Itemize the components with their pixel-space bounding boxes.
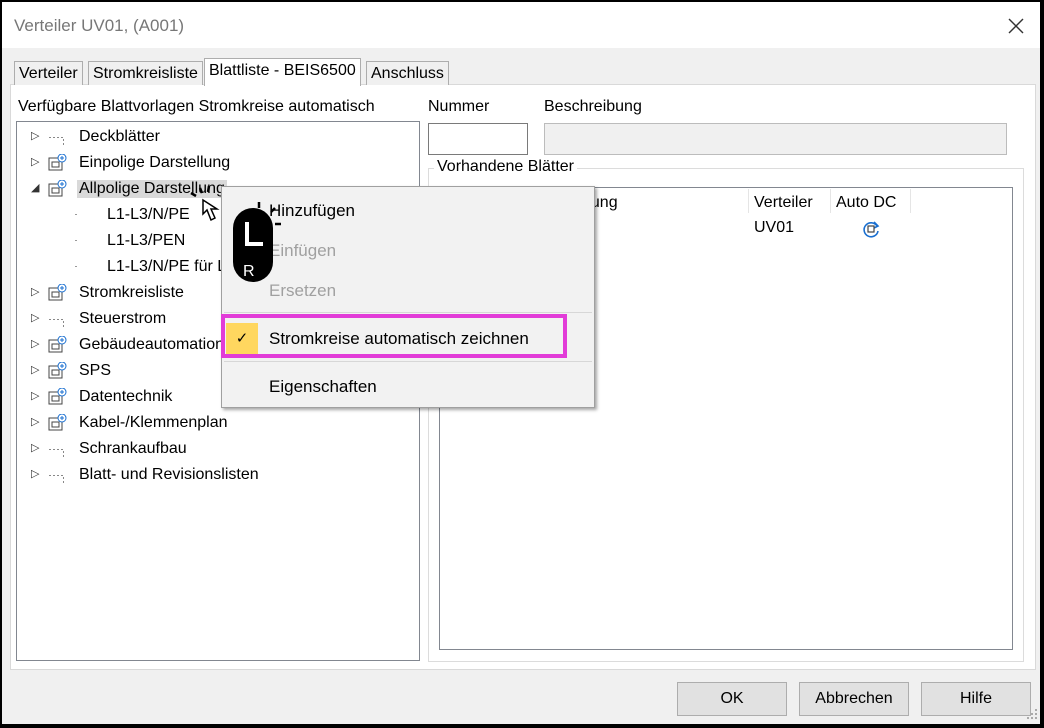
window-title: Verteiler UV01, (A001) xyxy=(14,16,185,35)
folder-dotted-icon xyxy=(47,440,67,458)
column-header-verteiler[interactable]: Verteiler xyxy=(754,194,813,212)
template-plus-icon xyxy=(47,387,67,406)
tree-connector xyxy=(75,266,77,267)
template-plus-icon xyxy=(47,335,67,354)
refresh-icon[interactable] xyxy=(860,218,882,245)
expand-icon[interactable]: ▷ xyxy=(31,130,43,142)
tab-verteiler[interactable]: Verteiler xyxy=(14,61,83,85)
close-button[interactable] xyxy=(1002,12,1030,40)
tree-item-label: Blatt- und Revisionslisten xyxy=(79,466,259,483)
tree-item-label: Einpolige Darstellung xyxy=(79,154,231,171)
template-plus-icon xyxy=(47,413,67,432)
tree-connector xyxy=(75,214,77,215)
tree-item-label: Datentechnik xyxy=(79,388,173,405)
tree-item-kabel-klemmenplan[interactable]: ▷ Kabel-/Klemmenplan xyxy=(17,410,417,436)
tree-item-label: Schrankaufbau xyxy=(79,440,187,457)
tree-item-deckblaetter[interactable]: ▷ Deckblätter xyxy=(17,124,417,150)
beschreibung-label: Beschreibung xyxy=(544,98,642,115)
column-divider[interactable] xyxy=(748,189,749,213)
menu-separator xyxy=(224,312,592,313)
expand-icon[interactable]: ▷ xyxy=(31,338,43,350)
folder-dotted-icon xyxy=(47,310,67,328)
expand-icon[interactable]: ▷ xyxy=(31,286,43,298)
tree-connector xyxy=(75,240,77,241)
cancel-button[interactable]: Abbrechen xyxy=(799,682,909,716)
tree-item-label: Deckblätter xyxy=(79,128,160,145)
close-icon xyxy=(1008,18,1024,34)
mouse-button-letter: R xyxy=(243,263,255,280)
checkmark-icon: ✓ xyxy=(226,323,258,355)
column-divider[interactable] xyxy=(830,189,831,213)
templates-heading: Verfügbare Blattvorlagen Stromkreise aut… xyxy=(18,98,375,115)
menu-item-label: Eigenschaften xyxy=(269,377,377,396)
menu-item-label: Stromkreise automatisch zeichnen xyxy=(269,329,529,348)
tab-stromkreisliste[interactable]: Stromkreisliste xyxy=(88,61,203,85)
tree-item-label: Steuerstrom xyxy=(79,310,167,327)
tree-item-label: L1-L3/PEN xyxy=(107,232,186,249)
column-header-auto-dc[interactable]: Auto DC xyxy=(836,194,896,212)
expand-icon[interactable]: ▷ xyxy=(31,442,43,454)
right-click-overlay: R xyxy=(187,182,287,292)
expand-icon[interactable]: ▷ xyxy=(31,156,43,168)
tree-item-label: Gebäudeautomation xyxy=(79,336,224,353)
folder-dotted-icon xyxy=(47,128,67,146)
beschreibung-input xyxy=(544,123,1007,155)
tree-item-label: Stromkreisliste xyxy=(79,284,184,301)
expand-icon[interactable]: ▷ xyxy=(31,416,43,428)
folder-dotted-icon xyxy=(47,466,67,484)
tab-anschluss[interactable]: Anschluss xyxy=(366,61,449,85)
tree-item-label: L1-L3/N/PE xyxy=(107,206,190,223)
nummer-input[interactable] xyxy=(428,123,528,155)
tree-item-schrankaufbau[interactable]: ▷ Schrankaufbau xyxy=(17,436,417,462)
ok-button[interactable]: OK xyxy=(677,682,787,716)
tab-blattliste[interactable]: Blattliste - BEIS6500 xyxy=(204,58,361,86)
menu-item-stromkreise-automatisch-zeichnen[interactable]: ✓ Stromkreise automatisch zeichnen xyxy=(222,321,594,355)
tree-item-label: Kabel-/Klemmenplan xyxy=(79,414,228,431)
collapse-icon[interactable]: ◢ xyxy=(31,182,43,194)
existing-sheets-title: Vorhandene Blätter xyxy=(434,158,577,176)
nummer-label: Nummer xyxy=(428,98,490,115)
tree-item-einpolige-darstellung[interactable]: ▷ Einpolige Darstellung xyxy=(17,150,417,176)
resize-grip-icon[interactable] xyxy=(1026,708,1038,720)
column-divider[interactable] xyxy=(910,189,911,213)
template-plus-icon xyxy=(47,179,67,198)
template-plus-icon xyxy=(47,361,67,380)
expand-icon[interactable]: ▷ xyxy=(31,390,43,402)
expand-icon[interactable]: ▷ xyxy=(31,312,43,324)
template-plus-icon xyxy=(47,153,67,172)
title-bar: Verteiler UV01, (A001) xyxy=(2,2,1040,48)
cell-verteiler[interactable]: UV01 xyxy=(754,219,794,237)
menu-separator xyxy=(224,361,592,362)
help-button[interactable]: Hilfe xyxy=(921,682,1031,716)
menu-item-eigenschaften[interactable]: Eigenschaften xyxy=(222,369,594,403)
hand-cursor-icon: R xyxy=(190,185,281,282)
dialog-window: Verteiler UV01, (A001) Verteiler Stromkr… xyxy=(2,2,1040,724)
tree-item-label: SPS xyxy=(79,362,112,379)
expand-icon[interactable]: ▷ xyxy=(31,364,43,376)
tree-item-blatt-und-revisionslisten[interactable]: ▷ Blatt- und Revisionslisten xyxy=(17,462,417,488)
template-plus-icon xyxy=(47,283,67,302)
expand-icon[interactable]: ▷ xyxy=(31,468,43,480)
